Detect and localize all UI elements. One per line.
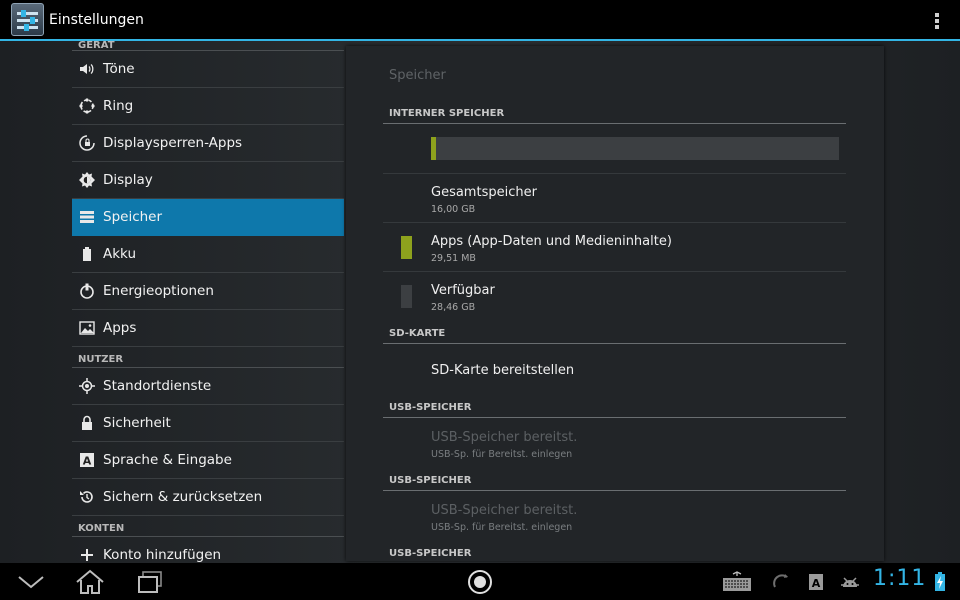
keyboard-icon xyxy=(723,570,751,591)
add-icon xyxy=(79,547,95,563)
section-header-internal-storage: INTERNER SPEICHER xyxy=(383,104,846,124)
storage-usage-bar xyxy=(431,137,839,160)
keyboard-status: A xyxy=(806,563,826,600)
sidebar-item-label: Display xyxy=(103,172,153,188)
home-icon xyxy=(76,569,104,594)
section-header-device: GERÄT xyxy=(72,41,344,51)
sidebar-item-apps[interactable]: Apps xyxy=(72,310,344,347)
sidebar-item-battery[interactable]: Akku xyxy=(72,236,344,273)
pane-title: Speicher xyxy=(389,68,446,83)
status-clock[interactable]: 1:11 xyxy=(873,566,926,591)
mount-usb-storage-label: USB-Speicher bereitst. xyxy=(431,430,578,445)
overflow-menu-icon[interactable] xyxy=(934,13,940,29)
location-icon xyxy=(79,378,95,394)
sidebar-item-language-input[interactable]: A Sprache & Eingabe xyxy=(72,442,344,479)
mount-sd-card-label: SD-Karte bereitstellen xyxy=(431,363,575,378)
settings-app-icon[interactable] xyxy=(11,3,44,36)
apps-storage-label: Apps (App-Daten und Medieninhalte) xyxy=(431,234,672,249)
recent-apps-button[interactable] xyxy=(134,563,166,600)
total-storage-row: Gesamtspeicher 16,00 GB xyxy=(383,175,846,223)
android-bug-icon xyxy=(841,576,859,587)
svg-text:A: A xyxy=(812,577,821,590)
battery-icon xyxy=(79,246,95,262)
volume-icon xyxy=(79,61,95,77)
sidebar-item-power-options[interactable]: Energieoptionen xyxy=(72,273,344,310)
storage-usage-row xyxy=(383,125,846,174)
apps-storage-row[interactable]: Apps (App-Daten und Medieninhalte) 29,51… xyxy=(383,224,846,272)
sidebar-item-label: Konto hinzufügen xyxy=(103,547,222,563)
storage-icon xyxy=(79,209,95,225)
hide-keyboard-button[interactable] xyxy=(14,563,48,600)
system-bar: A 1:11 xyxy=(0,563,960,600)
sidebar-item-lockscreen-apps[interactable]: Displaysperren-Apps xyxy=(72,125,344,162)
restore-icon xyxy=(79,489,95,505)
debug-status xyxy=(838,563,862,600)
sidebar-item-label: Sichern & zurücksetzen xyxy=(103,489,263,505)
signal-status xyxy=(770,563,792,600)
section-header-usb-storage-3: USB-SPEICHER xyxy=(383,544,846,561)
total-storage-value: 16,00 GB xyxy=(431,204,476,215)
sidebar-item-label: Energieoptionen xyxy=(103,283,214,299)
total-storage-label: Gesamtspeicher xyxy=(431,185,537,200)
apps-icon xyxy=(79,320,95,336)
sidebar-item-label: Apps xyxy=(103,320,137,336)
mount-usb-storage-sub: USB-Sp. für Bereitst. einlegen xyxy=(431,449,573,460)
rotation-icon xyxy=(773,573,788,587)
lock-icon xyxy=(79,415,95,431)
sidebar-item-label: Standortdienste xyxy=(103,378,212,394)
storage-usage-fill xyxy=(431,137,436,160)
section-header-accounts: KONTEN xyxy=(72,516,344,537)
sidebar-item-add-account[interactable]: Konto hinzufügen xyxy=(72,537,344,563)
sidebar-item-sounds[interactable]: Töne xyxy=(72,51,344,88)
section-header-usb-storage-1: USB-SPEICHER xyxy=(383,398,846,418)
home-button[interactable] xyxy=(73,563,107,600)
section-header-user: NUTZER xyxy=(72,347,344,368)
sidebar-item-display[interactable]: Display xyxy=(72,162,344,199)
available-storage-value: 28,46 GB xyxy=(431,302,476,313)
power-icon xyxy=(79,283,95,299)
sidebar-item-ring[interactable]: Ring xyxy=(72,88,344,125)
assist-button[interactable] xyxy=(465,563,495,600)
sidebar-item-label: Akku xyxy=(103,246,137,262)
content-area: GERÄT Töne Ring Displaysperren-Apps Disp… xyxy=(0,41,960,563)
brightness-icon xyxy=(79,172,95,188)
apps-storage-value: 29,51 MB xyxy=(431,253,476,264)
battery-status xyxy=(932,563,948,600)
sidebar-item-backup-reset[interactable]: Sichern & zurücksetzen xyxy=(72,479,344,516)
input-method-button[interactable] xyxy=(720,563,754,600)
lock-screen-icon xyxy=(79,135,95,151)
sidebar-item-location[interactable]: Standortdienste xyxy=(72,368,344,405)
mount-usb-storage-row-2[interactable]: USB-Speicher bereitst. USB-Sp. für Berei… xyxy=(383,492,846,544)
mount-usb-storage-label: USB-Speicher bereitst. xyxy=(431,503,578,518)
available-storage-label: Verfügbar xyxy=(431,283,495,298)
storage-detail-pane: Speicher INTERNER SPEICHER Gesamtspeiche… xyxy=(346,46,884,561)
sidebar-item-label: Ring xyxy=(103,98,134,114)
sidebar-item-label: Töne xyxy=(103,61,135,77)
section-header-usb-storage-2: USB-SPEICHER xyxy=(383,471,846,491)
sidebar-item-storage[interactable]: Speicher xyxy=(72,199,344,236)
app-title: Einstellungen xyxy=(49,11,144,28)
available-color-swatch xyxy=(401,285,412,308)
mount-usb-storage-sub: USB-Sp. für Bereitst. einlegen xyxy=(431,522,573,533)
keyboard-a-icon: A xyxy=(809,573,823,590)
apps-color-swatch xyxy=(401,236,412,259)
settings-headers-list: GERÄT Töne Ring Displaysperren-Apps Disp… xyxy=(72,41,344,563)
battery-charging-icon xyxy=(935,571,945,591)
sidebar-item-label: Sprache & Eingabe xyxy=(103,452,232,468)
record-circle-icon xyxy=(468,569,492,594)
chevron-down-icon xyxy=(18,575,44,588)
keyboard-a-icon: A xyxy=(79,452,95,468)
sidebar-item-label: Displaysperren-Apps xyxy=(103,135,243,151)
ring-icon xyxy=(79,98,95,114)
mount-usb-storage-row-1[interactable]: USB-Speicher bereitst. USB-Sp. für Berei… xyxy=(383,419,846,471)
svg-text:A: A xyxy=(83,455,92,468)
sidebar-item-label: Speicher xyxy=(103,209,163,225)
sidebar-item-label: Sicherheit xyxy=(103,415,171,431)
sidebar-item-security[interactable]: Sicherheit xyxy=(72,405,344,442)
mount-sd-card-row[interactable]: SD-Karte bereitstellen xyxy=(383,345,846,397)
action-bar: Einstellungen xyxy=(0,0,960,41)
available-storage-row: Verfügbar 28,46 GB xyxy=(383,273,846,321)
section-header-sd-card: SD-KARTE xyxy=(383,324,846,344)
recent-apps-icon xyxy=(138,570,162,593)
